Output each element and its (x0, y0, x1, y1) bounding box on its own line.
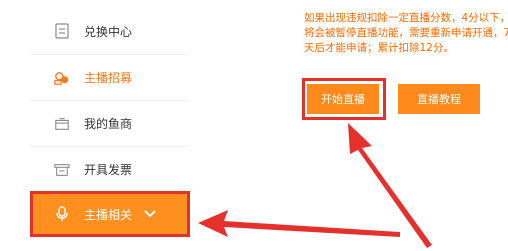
shop-icon (54, 116, 70, 132)
sidebar-item-anchor-related[interactable]: 主播相关 (30, 191, 190, 237)
sidebar-item-invoice[interactable]: 开具发票 (30, 146, 188, 192)
start-live-button[interactable]: 开始直播 (307, 84, 379, 114)
recruit-icon (54, 70, 70, 86)
arrow-up-head (348, 123, 432, 248)
sidebar-item-label: 开具发票 (84, 163, 133, 177)
sidebar-item-my-shop[interactable]: 我的鱼商 (30, 100, 188, 146)
sidebar: 兑换中心 主播招募 我的鱼商 开具发票 主播相关 (0, 0, 190, 251)
violation-notice: 如果出现违规扣除一定直播分数，4分以下，将会被暂停直播功能，需要重新申请开通，7… (304, 12, 508, 54)
sidebar-item-label: 主播相关 (84, 207, 133, 222)
live-tutorial-button[interactable]: 直播教程 (398, 84, 480, 114)
sidebar-item-label: 主播招募 (84, 71, 133, 85)
sidebar-item-label: 我的鱼商 (84, 117, 133, 131)
sidebar-item-anchor-recruit[interactable]: 主播招募 (30, 54, 188, 100)
sidebar-item-exchange-center[interactable]: 兑换中心 (30, 8, 188, 54)
sidebar-item-label: 兑换中心 (84, 24, 133, 39)
chevron-down-icon (144, 210, 156, 218)
document-icon (54, 23, 70, 39)
arrow-left-head (198, 210, 400, 237)
invoice-icon (54, 162, 70, 178)
microphone-icon (54, 206, 70, 222)
